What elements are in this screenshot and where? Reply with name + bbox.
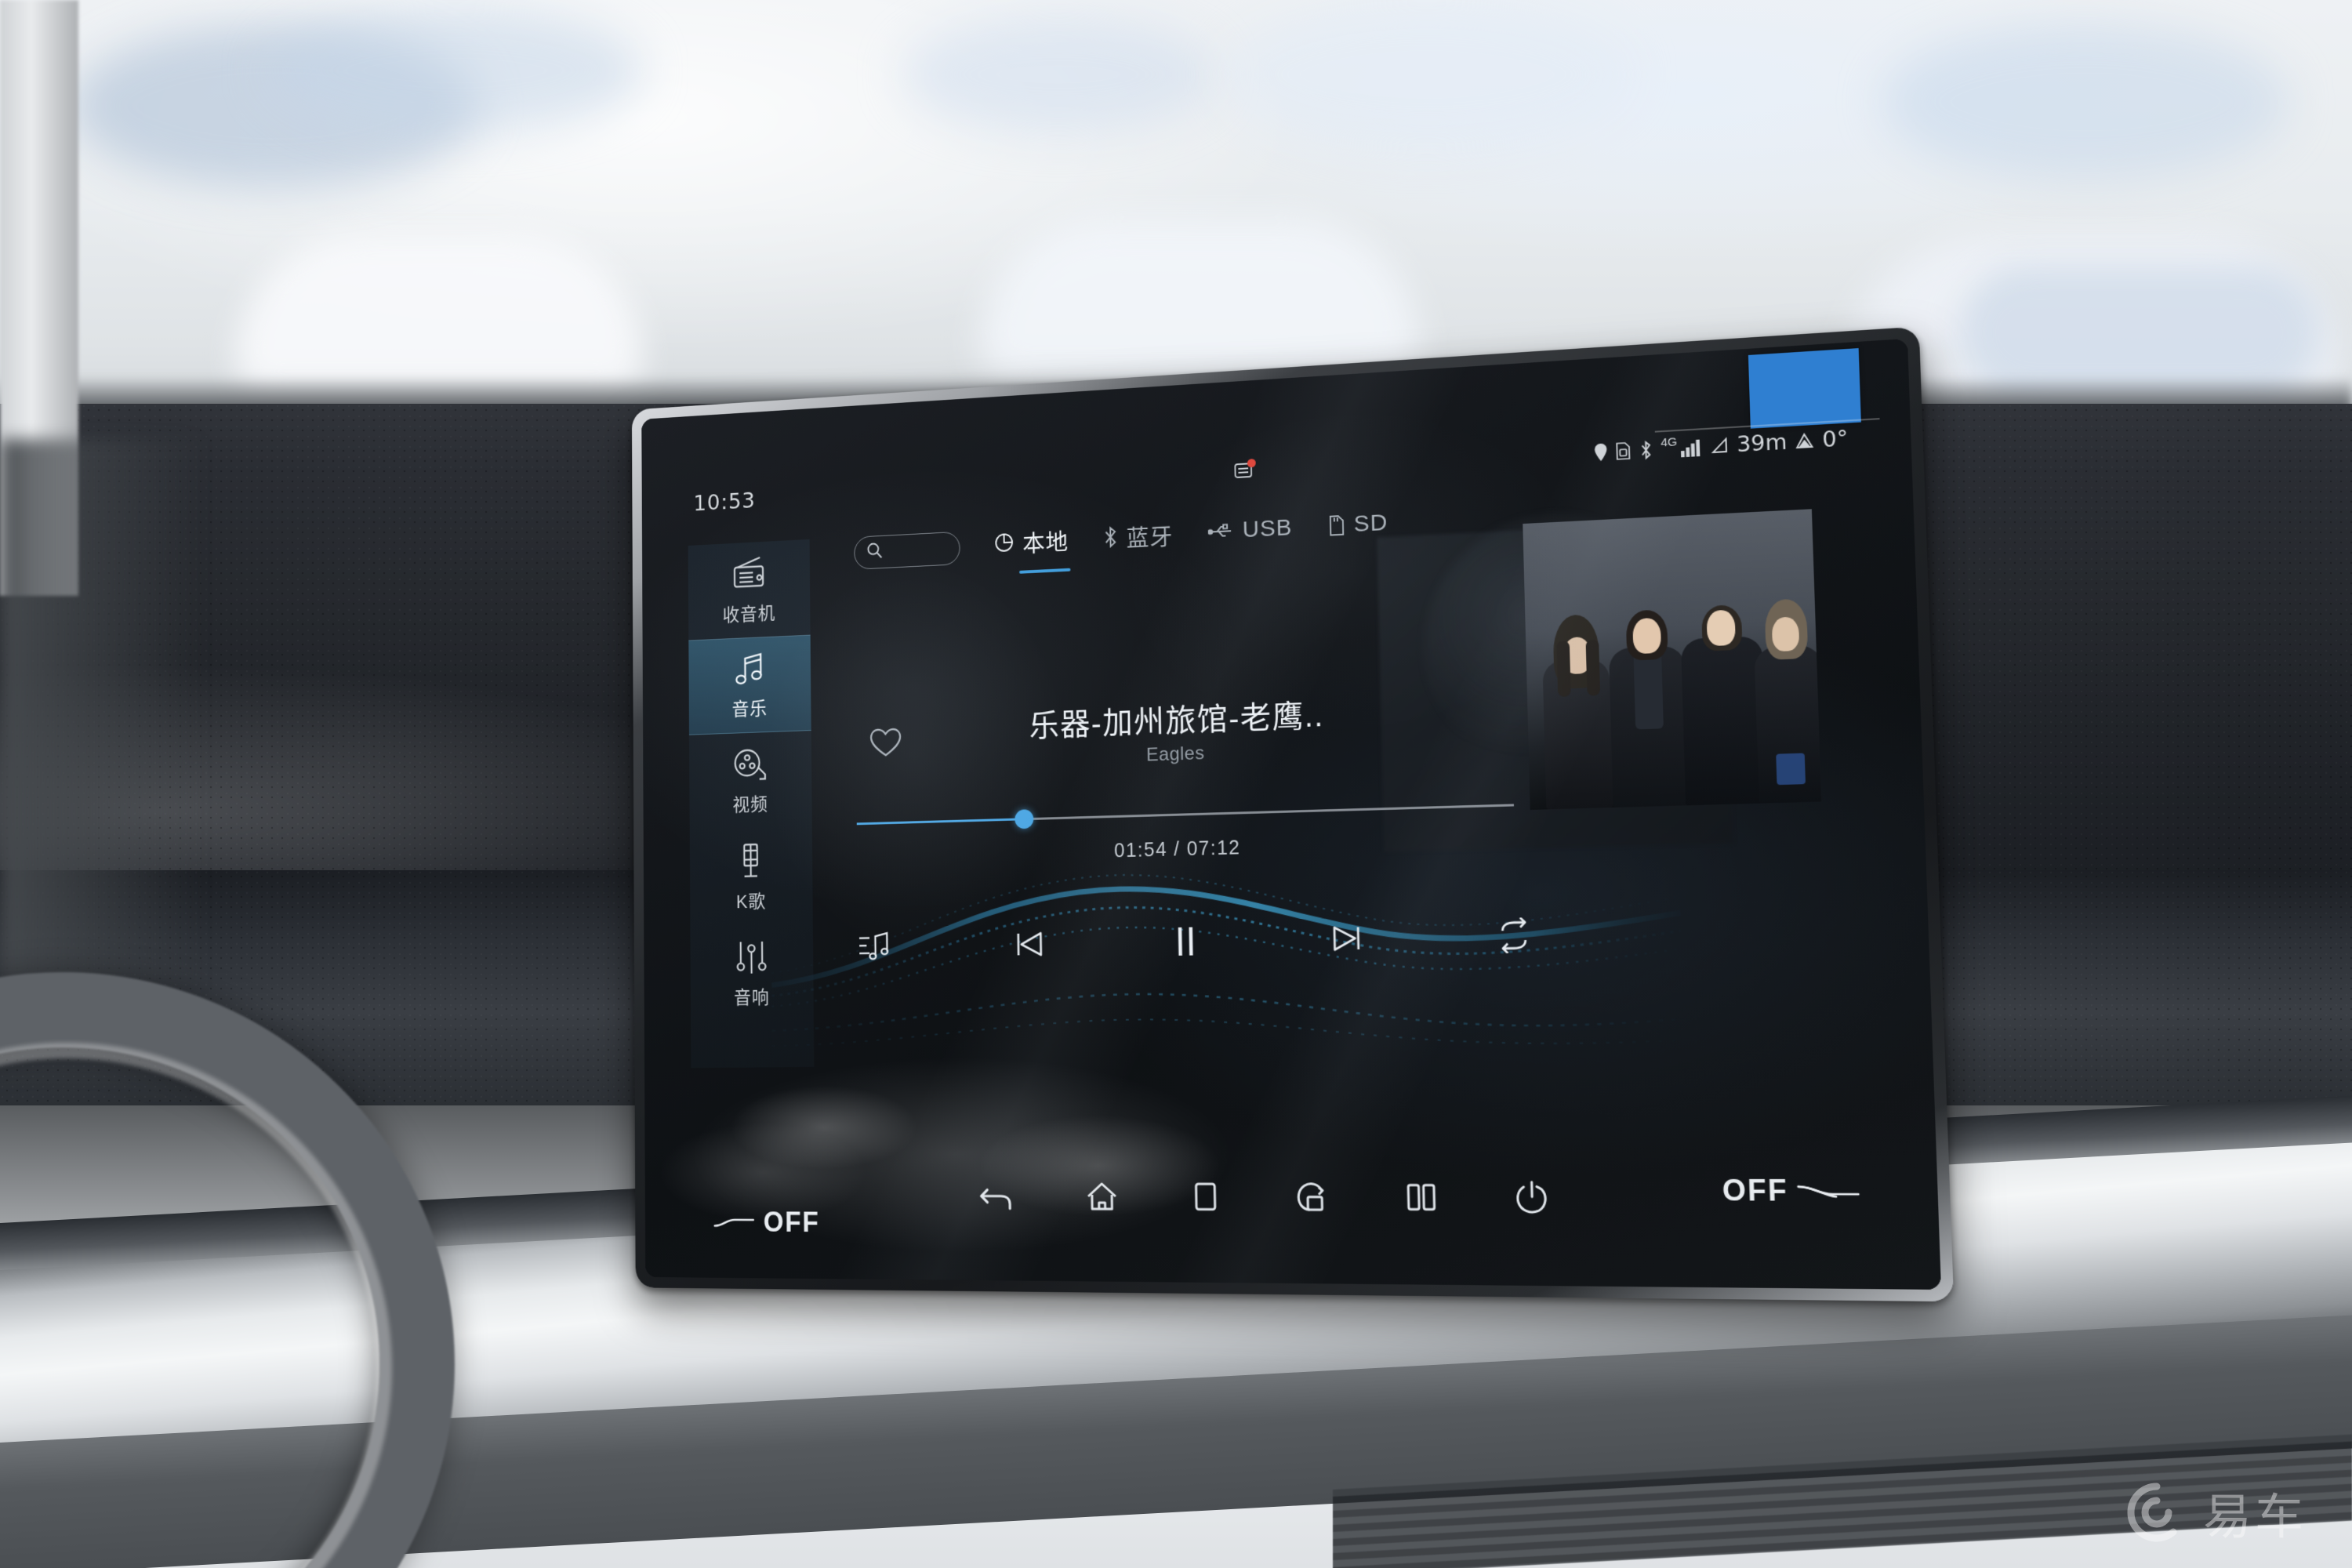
- screen-content: 10:53 4G 39m 0° 收音机 音乐 视频 K歌 音响 本地 蓝牙 US…: [641, 338, 1942, 1290]
- screen-glass: 10:53 4G 39m 0° 收音机 音乐 视频 K歌 音响 本地 蓝牙 US…: [641, 338, 1942, 1290]
- local-disk-icon: [993, 532, 1014, 554]
- sd-card-icon: [1328, 514, 1345, 537]
- watermark-text: 易车: [2202, 1488, 2307, 1545]
- source-tabs: 本地 蓝牙 USB SD: [854, 503, 1388, 575]
- power-button[interactable]: [1514, 1178, 1551, 1220]
- climate-left-off-label: OFF: [763, 1206, 820, 1238]
- sidebar-item-video[interactable]: 视频: [689, 731, 812, 830]
- tab-bluetooth[interactable]: 蓝牙: [1103, 517, 1174, 560]
- watermark: 易车: [2126, 1477, 2307, 1548]
- background-blur: [267, 8, 643, 133]
- band-member: [1540, 607, 1615, 810]
- search-input[interactable]: [854, 531, 960, 570]
- sidebar-item-label: 音响: [734, 987, 770, 1008]
- equalizer-icon: [734, 938, 770, 976]
- protective-film-tab: [1748, 348, 1861, 429]
- tab-local[interactable]: 本地: [993, 523, 1069, 566]
- background-car: [235, 235, 643, 392]
- music-note-icon: [731, 650, 768, 688]
- sidebar-item-label: 收音机: [722, 603, 776, 626]
- radio-icon: [729, 554, 769, 594]
- notification-badge: [1247, 458, 1256, 467]
- yiche-logo-icon: [2127, 1483, 2177, 1542]
- home-button[interactable]: [1083, 1178, 1120, 1217]
- tab-label: SD: [1353, 509, 1388, 537]
- background-car: [980, 220, 1419, 376]
- climate-left-off[interactable]: OFF: [713, 1206, 820, 1239]
- sidebar-item-karaoke[interactable]: K歌: [690, 827, 813, 927]
- film-reel-icon: [731, 746, 769, 784]
- album-art: [1523, 509, 1822, 810]
- tab-usb[interactable]: USB: [1208, 514, 1293, 551]
- message-icon[interactable]: [1233, 458, 1256, 485]
- tab-label: 本地: [1022, 529, 1069, 557]
- sidebar-item-audio[interactable]: 音响: [690, 924, 813, 1022]
- network-4g-label: 4G: [1660, 434, 1678, 450]
- microphone-icon: [735, 840, 766, 880]
- recents-button[interactable]: [1191, 1179, 1221, 1218]
- infotainment-head-unit: 10:53 4G 39m 0° 收音机 音乐 视频 K歌 音响 本地 蓝牙 US…: [631, 326, 1955, 1302]
- tab-label: 蓝牙: [1126, 524, 1174, 552]
- climate-right-off[interactable]: OFF: [1722, 1174, 1862, 1209]
- background-blur: [902, 16, 1215, 133]
- background-blur: [1223, 0, 1631, 149]
- back-button[interactable]: [978, 1178, 1014, 1217]
- tab-sd[interactable]: SD: [1327, 510, 1388, 546]
- bluetooth-icon: [1103, 525, 1119, 549]
- screen-bezel: 10:53 4G 39m 0° 收音机 音乐 视频 K歌 音响 本地 蓝牙 US…: [631, 326, 1955, 1302]
- play-pause-button[interactable]: [1168, 922, 1203, 960]
- tab-label: USB: [1242, 514, 1293, 543]
- progress-handle[interactable]: [1014, 809, 1034, 829]
- climate-right-off-label: OFF: [1722, 1173, 1789, 1208]
- previous-button[interactable]: [1011, 925, 1047, 963]
- status-center: [642, 423, 1911, 517]
- sidebar-item-label: 音乐: [731, 698, 768, 720]
- sidebar-item-radio[interactable]: 收音机: [688, 539, 811, 641]
- split-screen-button[interactable]: [1403, 1179, 1440, 1219]
- repeat-button[interactable]: [1494, 917, 1534, 953]
- sidebar-item-music[interactable]: 音乐: [688, 634, 811, 735]
- sidebar-item-label: K歌: [735, 891, 767, 913]
- app-switch-button[interactable]: [1292, 1179, 1330, 1218]
- player-controls: [858, 903, 1534, 978]
- search-icon: [866, 542, 883, 564]
- background-blur: [1882, 24, 2289, 180]
- a-pillar-shadow: [0, 439, 204, 988]
- sidebar: 收音机 音乐 视频 K歌 音响: [688, 539, 814, 1023]
- band-member: [1607, 590, 1690, 808]
- usb-icon: [1208, 521, 1235, 541]
- next-button[interactable]: [1327, 919, 1366, 957]
- progress-fill: [856, 818, 1025, 826]
- sidebar-item-label: 视频: [732, 793, 768, 816]
- playlist-button[interactable]: [858, 930, 891, 964]
